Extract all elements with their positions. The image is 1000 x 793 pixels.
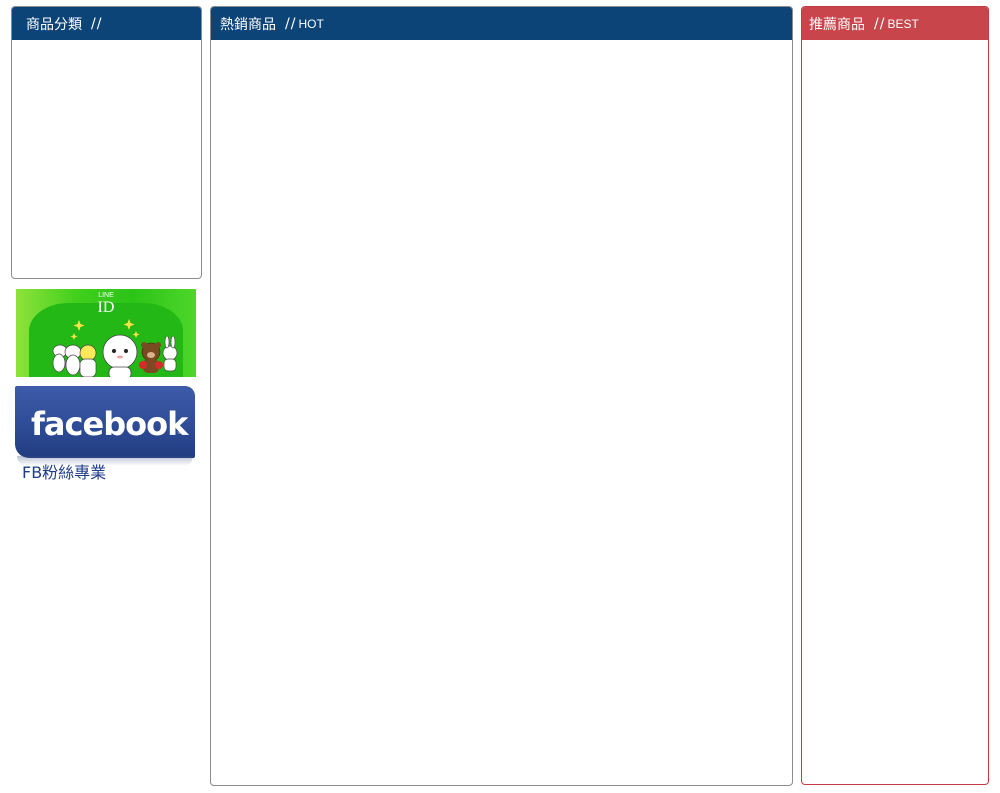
facebook-wordmark: facebook [31,405,188,443]
recommended-products-separator: // [874,15,886,32]
category-panel-header: 商品分類 // [12,7,201,40]
category-panel-title: 商品分類 [26,16,82,33]
category-panel-separator: // [91,15,103,32]
hot-products-header: 熱銷商品 // HOT [211,7,792,40]
recommended-products-panel: 推薦商品 // BEST [801,6,989,785]
hot-products-subtitle: HOT [298,16,324,31]
recommended-products-header: 推薦商品 // BEST [802,7,988,40]
category-panel: 商品分類 // [11,6,202,279]
line-characters-icon [52,319,178,377]
facebook-fan-page-banner[interactable]: facebook ® FB粉絲專業 [15,386,196,482]
hot-products-separator: // [285,15,297,32]
line-id-banner[interactable]: LINE ID [16,289,196,377]
recommended-products-subtitle: BEST [887,16,919,31]
recommended-products-title: 推薦商品 [809,16,865,33]
hot-products-title: 熱銷商品 [220,16,276,33]
hot-products-panel: 熱銷商品 // HOT [210,6,793,786]
facebook-registered-mark: ® [177,429,183,436]
facebook-fan-page-caption: FB粉絲專業 [22,463,107,482]
